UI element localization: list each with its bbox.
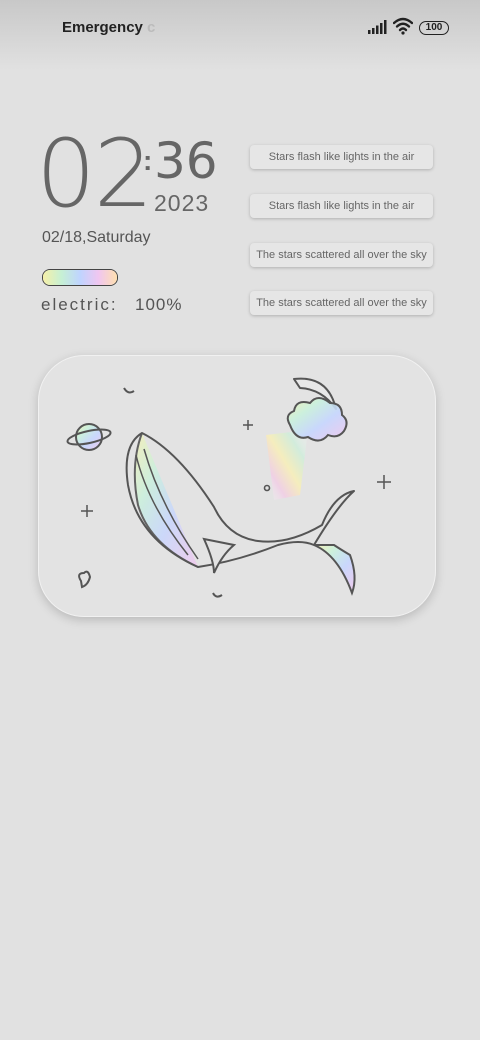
sparkle-icon (377, 475, 391, 489)
cloud-icon (286, 397, 348, 442)
clock-colon: : (143, 145, 153, 176)
crescent-icon (123, 387, 135, 394)
quote-chip-4[interactable]: The stars scattered all over the sky (250, 291, 433, 315)
quote-chip-2[interactable]: Stars flash like lights in the air (250, 194, 433, 218)
quote-chip-1[interactable]: Stars flash like lights in the air (250, 145, 433, 169)
crescent-icon (212, 592, 223, 598)
date-label: 02/18,Saturday (42, 229, 151, 246)
battery-icon: 100 (419, 21, 449, 35)
signal-icon (368, 20, 387, 34)
sparkle-icon (243, 420, 253, 430)
sparkle-icon (81, 505, 93, 517)
electric-label: electric: (41, 295, 118, 314)
battery-progress-fill (43, 270, 117, 285)
clock-hour: 02 (36, 120, 154, 229)
clock-minute: 36 (154, 132, 218, 190)
planet-icon (75, 423, 103, 451)
whale-tail (313, 544, 356, 596)
whale-eye (263, 484, 271, 492)
quote-chip-3[interactable]: The stars scattered all over the sky (250, 243, 433, 267)
heart-icon (78, 570, 92, 589)
status-bar: Emergency c 100 (0, 0, 480, 56)
clock-year: 2023 (154, 190, 210, 216)
whale-illustration (66, 377, 391, 598)
rainbow-beam (266, 430, 308, 500)
carrier-label: Emergency c (62, 19, 156, 36)
electric-value: 100% (135, 295, 183, 314)
battery-progress-bar (42, 269, 118, 286)
wifi-icon (393, 17, 413, 35)
whale-illustration-widget[interactable] (38, 355, 436, 617)
